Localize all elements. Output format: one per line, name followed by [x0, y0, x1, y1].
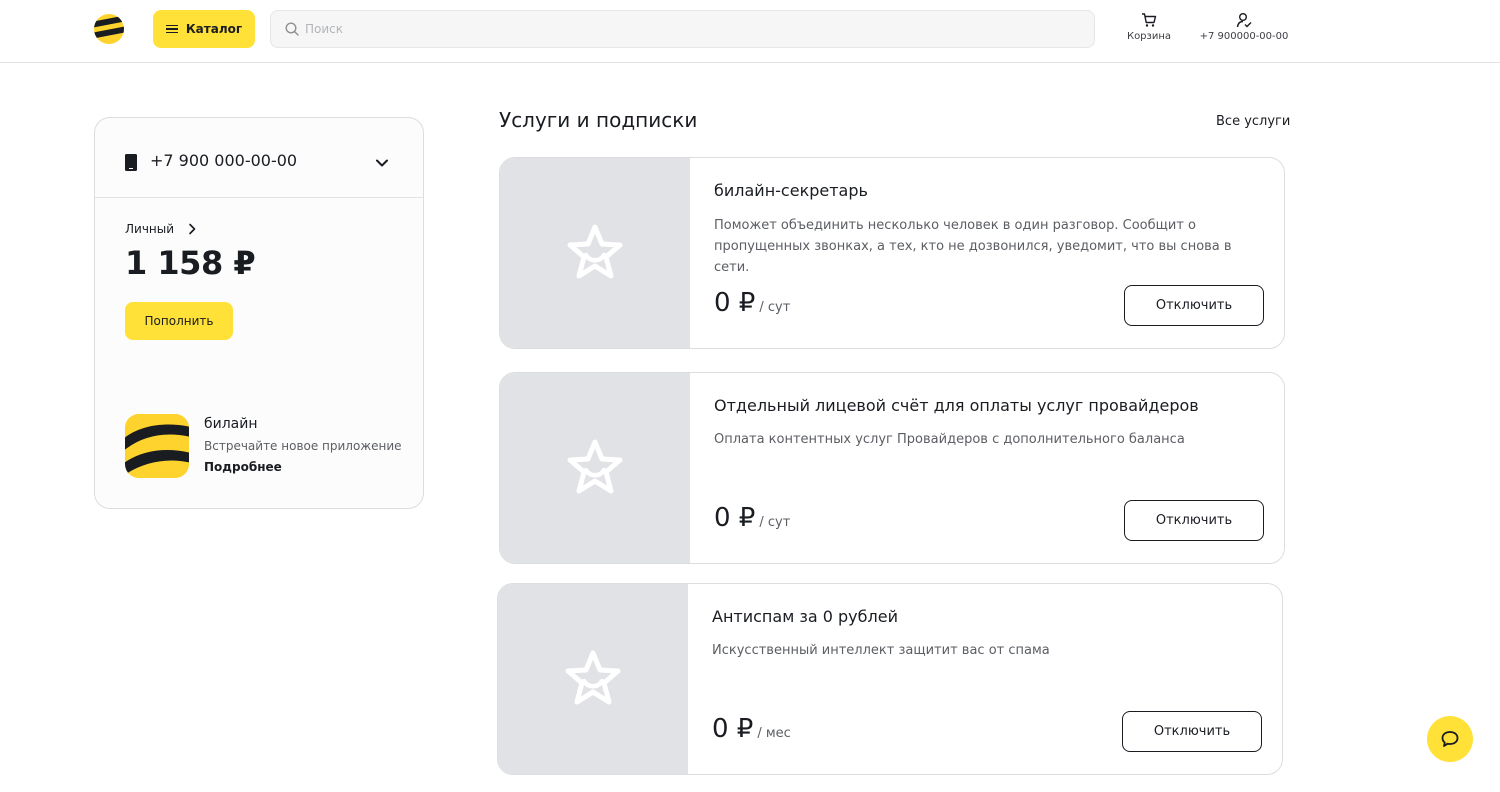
star-smile-icon	[565, 650, 621, 705]
chat-button[interactable]	[1427, 716, 1473, 762]
service-card: Антиспам за 0 рублей Искусственный интел…	[497, 583, 1283, 775]
menu-icon	[165, 23, 178, 36]
service-description: Искусственный интеллект защитит вас от с…	[712, 643, 1050, 658]
service-period: / сут	[759, 515, 791, 530]
service-period: / сут	[759, 300, 791, 315]
service-card: Отдельный лицевой счёт для оплаты услуг …	[499, 372, 1285, 564]
service-description: Поможет объединить несколько человек в о…	[714, 218, 1232, 275]
chat-bubble-icon	[1441, 731, 1459, 747]
account-type-link[interactable]: Личный	[125, 222, 196, 236]
service-card: билайн-секретарь Поможет объединить неск…	[499, 157, 1285, 349]
service-title: билайн-секретарь	[714, 181, 868, 200]
search-bar[interactable]	[270, 10, 1095, 48]
profile-button[interactable]: +7 900000-00-00	[1196, 12, 1292, 42]
beeline-app-icon[interactable]	[125, 414, 189, 478]
service-price: 0 ₽	[714, 503, 756, 533]
search-input[interactable]	[305, 11, 1075, 47]
service-image	[500, 158, 690, 348]
service-period: / мес	[757, 726, 791, 741]
account-card: +7 900 000-00-00 Личный 1 158 ₽ Пополнит…	[94, 117, 424, 509]
service-image	[498, 584, 688, 774]
app-promo-more-link[interactable]: Подробнее	[204, 460, 282, 474]
top-header: Каталог Корзина +7 900000-00-00	[0, 0, 1500, 63]
all-services-link[interactable]: Все услуги	[1216, 114, 1290, 129]
star-smile-icon	[567, 224, 623, 279]
sim-phone-icon	[125, 154, 137, 171]
user-icon	[1236, 13, 1252, 28]
disable-service-button[interactable]: Отключить	[1124, 285, 1264, 326]
section-title: Услуги и подписки	[499, 108, 698, 132]
service-title: Антиспам за 0 рублей	[712, 607, 898, 626]
search-icon	[285, 22, 299, 36]
cart-icon	[1142, 13, 1157, 27]
service-image	[500, 373, 690, 563]
catalog-label: Каталог	[185, 22, 243, 36]
service-price-block: 0 ₽ / мес	[712, 714, 791, 744]
account-number: +7 900 000-00-00	[150, 151, 298, 170]
service-price-block: 0 ₽ / сут	[714, 503, 790, 533]
service-price-block: 0 ₽ / сут	[714, 288, 790, 318]
account-selector[interactable]: +7 900 000-00-00	[95, 118, 423, 198]
service-description: Оплата контентных услуг Провайдеров с до…	[714, 432, 1185, 447]
app-promo-title: билайн	[204, 416, 258, 432]
topup-button[interactable]: Пополнить	[125, 302, 233, 340]
disable-service-button[interactable]: Отключить	[1122, 711, 1262, 752]
service-price: 0 ₽	[714, 288, 756, 318]
disable-service-button[interactable]: Отключить	[1124, 500, 1264, 541]
chevron-right-icon	[189, 223, 196, 235]
account-type-label: Личный	[125, 222, 175, 236]
cart-button[interactable]: Корзина	[1125, 12, 1173, 42]
beeline-logo-icon[interactable]	[93, 13, 125, 45]
catalog-button[interactable]: Каталог	[153, 10, 255, 48]
service-title: Отдельный лицевой счёт для оплаты услуг …	[714, 396, 1199, 415]
app-promo-description: Встречайте новое приложение	[204, 439, 402, 453]
profile-label: +7 900000-00-00	[1199, 31, 1289, 42]
cart-label: Корзина	[1126, 31, 1172, 42]
star-smile-icon	[567, 439, 623, 494]
account-balance: 1 158 ₽	[125, 244, 256, 282]
chevron-down-icon[interactable]	[375, 156, 389, 170]
service-price: 0 ₽	[712, 714, 754, 744]
